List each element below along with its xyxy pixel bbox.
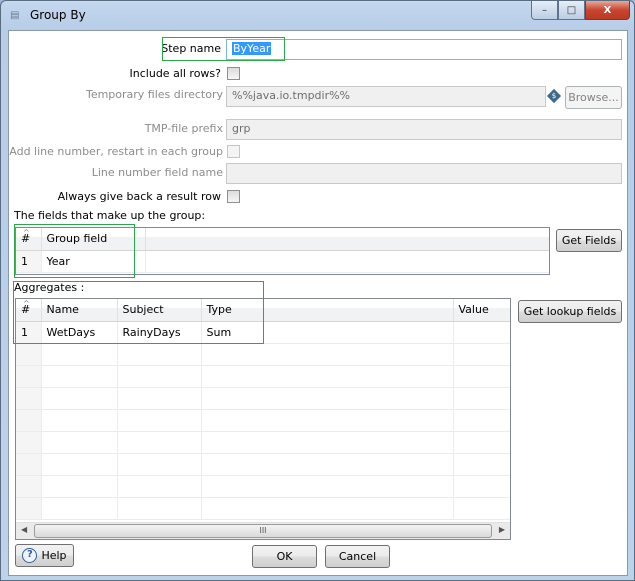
empty-row <box>16 409 510 432</box>
line-number-field-input[interactable] <box>226 163 622 184</box>
empty-row <box>16 431 510 454</box>
row-number: 1 <box>16 321 42 344</box>
sort-arrow-icon: ^ <box>23 228 30 237</box>
scroll-thumb[interactable]: III <box>34 524 492 538</box>
get-lookup-fields-button[interactable]: Get lookup fields <box>518 300 622 323</box>
tmp-prefix-input[interactable]: grp <box>226 119 622 140</box>
get-fields-button[interactable]: Get Fields <box>556 229 622 252</box>
aggregates-table: ^ # Name Subject Type Value 1 WetDays Rai… <box>15 298 511 540</box>
temp-dir-label: Temporary files directory <box>85 88 223 101</box>
empty-row <box>16 453 510 476</box>
scroll-left-icon[interactable]: ◀ <box>21 525 27 534</box>
value-cell[interactable] <box>453 321 510 344</box>
sort-arrow-icon: ^ <box>23 299 30 308</box>
always-result-row-label: Always give back a result row <box>57 190 221 203</box>
table-row[interactable]: 1 Year <box>16 250 549 273</box>
column-header-number[interactable]: ^ # <box>16 228 42 251</box>
group-table-header: ^ # Group field <box>16 228 549 251</box>
include-all-rows-label: Include all rows? <box>129 67 221 80</box>
column-header-value[interactable]: Value <box>453 299 510 322</box>
group-by-dialog: ▤ Group By – □ X Step name ByYear Includ… <box>0 0 635 581</box>
always-result-row-checkbox[interactable] <box>227 190 240 203</box>
variable-icon: $ <box>546 88 562 104</box>
minimize-button[interactable]: – <box>531 1 558 20</box>
empty-row <box>16 365 510 388</box>
step-name-input[interactable]: ByYear <box>226 39 622 60</box>
add-line-number-checkbox[interactable] <box>227 145 240 158</box>
column-header-type[interactable]: Type <box>201 299 454 322</box>
group-fields-title: The fields that make up the group: <box>14 209 206 222</box>
empty-row <box>16 475 510 498</box>
tmp-prefix-label: TMP-file prefix <box>144 122 223 135</box>
scroll-right-icon[interactable]: ▶ <box>499 525 505 534</box>
cancel-button[interactable]: Cancel <box>325 545 390 568</box>
row-number: 1 <box>16 250 42 273</box>
close-button[interactable]: X <box>585 1 630 20</box>
step-name-value: ByYear <box>232 42 272 55</box>
subject-cell[interactable]: RainyDays <box>117 321 202 344</box>
group-field-cell[interactable]: Year <box>41 250 146 273</box>
group-fields-table: ^ # Group field 1 Year <box>15 227 550 275</box>
ok-button[interactable]: OK <box>252 545 317 568</box>
step-name-label: Step name <box>161 42 221 55</box>
title-bar: ▤ Group By – □ X <box>1 1 634 31</box>
empty-row <box>16 497 510 520</box>
browse-button[interactable]: Browse... <box>565 86 622 109</box>
aggregates-table-header: ^ # Name Subject Type Value <box>16 299 510 322</box>
dialog-content: Step name ByYear Include all rows? Tempo… <box>8 30 628 576</box>
maximize-button[interactable]: □ <box>558 1 585 20</box>
empty-cell <box>145 250 549 273</box>
column-header-group-field[interactable]: Group field <box>41 228 146 251</box>
help-icon: ? <box>22 548 38 563</box>
column-header-name[interactable]: Name <box>41 299 118 322</box>
window-controls: – □ X <box>531 1 630 20</box>
add-line-number-label: Add line number, restart in each group <box>9 145 223 158</box>
aggregates-title: Aggregates : <box>14 281 85 294</box>
empty-row <box>16 387 510 410</box>
help-button[interactable]: ? Help <box>15 544 74 567</box>
minimize-icon: – <box>542 4 547 16</box>
close-icon: X <box>603 4 612 16</box>
line-number-field-label: Line number field name <box>91 166 223 179</box>
maximize-icon: □ <box>566 4 577 16</box>
table-row[interactable]: 1 WetDays RainyDays Sum <box>16 321 510 344</box>
horizontal-scrollbar[interactable]: ◀ III ▶ <box>16 522 510 539</box>
help-label: Help <box>41 549 67 562</box>
name-cell[interactable]: WetDays <box>41 321 118 344</box>
column-header-filler <box>145 228 549 251</box>
window-title: Group By <box>30 8 86 22</box>
group-by-step-icon: ▤ <box>10 10 20 21</box>
temp-dir-input[interactable]: %%java.io.tmpdir%% <box>226 86 546 107</box>
column-header-subject[interactable]: Subject <box>117 299 202 322</box>
include-all-rows-checkbox[interactable] <box>227 67 240 80</box>
type-cell[interactable]: Sum <box>201 321 454 344</box>
empty-row <box>16 343 510 366</box>
column-header-number[interactable]: ^ # <box>16 299 42 322</box>
